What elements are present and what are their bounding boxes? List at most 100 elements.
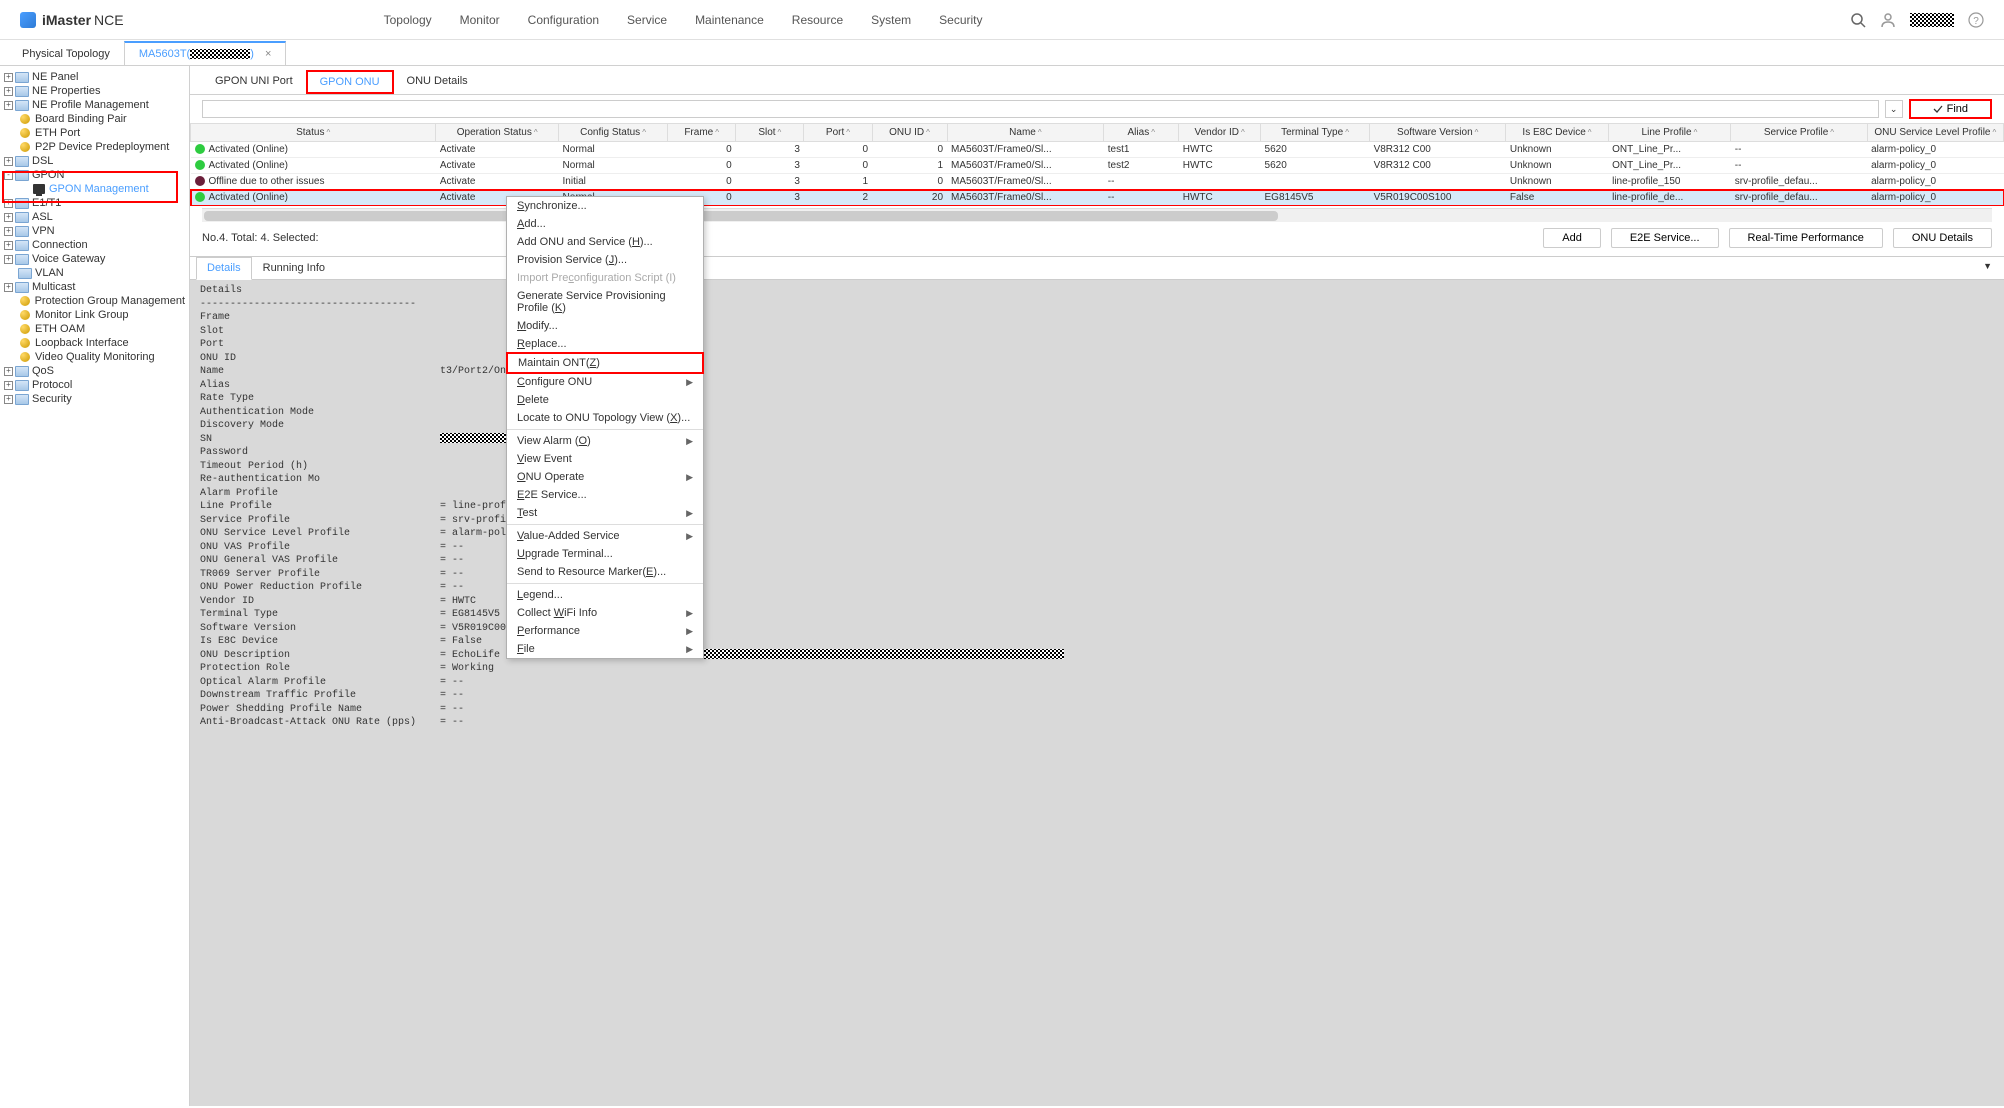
- tree-item-eth-oam[interactable]: ETH OAM: [0, 322, 189, 336]
- tree-toggle-icon[interactable]: -: [4, 171, 13, 180]
- sub-tab-onu-details[interactable]: ONU Details: [394, 70, 481, 94]
- table-row[interactable]: Offline due to other issuesActivateIniti…: [191, 174, 2004, 190]
- menu-item-legend-[interactable]: Legend...: [507, 586, 703, 604]
- tree-toggle-icon[interactable]: +: [4, 227, 13, 236]
- tree-toggle-icon[interactable]: +: [4, 213, 13, 222]
- table-row[interactable]: Activated (Online)ActivateNormal0300MA56…: [191, 142, 2004, 158]
- tree-item-board-binding-pair[interactable]: Board Binding Pair: [0, 112, 189, 126]
- nav-maintenance[interactable]: Maintenance: [695, 13, 764, 27]
- tree-toggle-icon[interactable]: +: [4, 283, 13, 292]
- onu-details-button[interactable]: ONU Details: [1893, 228, 1992, 248]
- col-header[interactable]: Port^: [804, 124, 872, 142]
- menu-item-delete[interactable]: Delete: [507, 391, 703, 409]
- tree-item-asl[interactable]: +ASL: [0, 210, 189, 224]
- menu-item-file[interactable]: File▶: [507, 640, 703, 658]
- col-header[interactable]: ONU ID^: [872, 124, 947, 142]
- col-header[interactable]: Service Profile^: [1731, 124, 1867, 142]
- col-header[interactable]: Config Status^: [559, 124, 668, 142]
- tree-item-multicast[interactable]: +Multicast: [0, 280, 189, 294]
- tree-item-loopback-interface[interactable]: Loopback Interface: [0, 336, 189, 350]
- col-header[interactable]: ONU Service Level Profile^: [1867, 124, 2003, 142]
- menu-item-configure-onu[interactable]: Configure ONU▶: [507, 373, 703, 391]
- close-icon[interactable]: ×: [265, 48, 271, 60]
- menu-item-value-added-service[interactable]: Value-Added Service▶: [507, 527, 703, 545]
- tree-item-e1-t1[interactable]: +E1/T1: [0, 196, 189, 210]
- tree-item-dsl[interactable]: +DSL: [0, 154, 189, 168]
- tree-item-protocol[interactable]: +Protocol: [0, 378, 189, 392]
- tree-toggle-icon[interactable]: +: [4, 101, 13, 110]
- tree-item-ne-panel[interactable]: +NE Panel: [0, 70, 189, 84]
- table-row[interactable]: Activated (Online)ActivateNormal03220MA5…: [191, 190, 2004, 206]
- search-icon[interactable]: [1850, 12, 1866, 28]
- tree-toggle-icon[interactable]: +: [4, 367, 13, 376]
- menu-item-e2e-service-[interactable]: E2E Service...: [507, 486, 703, 504]
- col-header[interactable]: Slot^: [736, 124, 804, 142]
- tree-item-security[interactable]: +Security: [0, 392, 189, 406]
- tree-item-qos[interactable]: +QoS: [0, 364, 189, 378]
- menu-item-generate-service-provisioning-profile-k-[interactable]: Generate Service Provisioning Profile (K…: [507, 287, 703, 317]
- collapse-icon[interactable]: ▼: [1977, 257, 1998, 279]
- user-icon[interactable]: [1880, 12, 1896, 28]
- tree-toggle-icon[interactable]: +: [4, 199, 13, 208]
- tree-item-vlan[interactable]: VLAN: [0, 266, 189, 280]
- menu-item-view-event[interactable]: View Event: [507, 450, 703, 468]
- nav-topology[interactable]: Topology: [384, 13, 432, 27]
- tree-toggle-icon[interactable]: +: [4, 255, 13, 264]
- nav-monitor[interactable]: Monitor: [460, 13, 500, 27]
- menu-item-onu-operate[interactable]: ONU Operate▶: [507, 468, 703, 486]
- col-header[interactable]: Is E8C Device^: [1506, 124, 1608, 142]
- tree-item-p2p-device-predeployment[interactable]: P2P Device Predeployment: [0, 140, 189, 154]
- real-time-performance-button[interactable]: Real-Time Performance: [1729, 228, 1883, 248]
- tree-item-voice-gateway[interactable]: +Voice Gateway: [0, 252, 189, 266]
- help-icon[interactable]: ?: [1968, 12, 1984, 28]
- nav-system[interactable]: System: [871, 13, 911, 27]
- find-button[interactable]: Find: [1909, 99, 1992, 119]
- table-row[interactable]: Activated (Online)ActivateNormal0301MA56…: [191, 158, 2004, 174]
- col-header[interactable]: Terminal Type^: [1261, 124, 1370, 142]
- expand-search-icon[interactable]: ⌄: [1885, 100, 1903, 118]
- col-header[interactable]: Alias^: [1104, 124, 1179, 142]
- e2e-service--button[interactable]: E2E Service...: [1611, 228, 1719, 248]
- menu-item-modify-[interactable]: Modify...: [507, 317, 703, 335]
- menu-item-maintain-ont-z-[interactable]: Maintain ONT(Z): [506, 352, 704, 374]
- search-input[interactable]: [202, 100, 1879, 118]
- menu-item-send-to-resource-marker-e-[interactable]: Send to Resource Marker(E)...: [507, 563, 703, 581]
- tree-item-eth-port[interactable]: ETH Port: [0, 126, 189, 140]
- col-header[interactable]: Frame^: [668, 124, 736, 142]
- tree-item-gpon-management[interactable]: GPON Management: [0, 182, 189, 196]
- tree-item-ne-properties[interactable]: +NE Properties: [0, 84, 189, 98]
- tree-item-monitor-link-group[interactable]: Monitor Link Group: [0, 308, 189, 322]
- col-header[interactable]: Operation Status^: [436, 124, 559, 142]
- tree-toggle-icon[interactable]: +: [4, 241, 13, 250]
- tree-item-protection-group-management[interactable]: Protection Group Management: [0, 294, 189, 308]
- tree-toggle-icon[interactable]: +: [4, 73, 13, 82]
- menu-item-add-onu-and-service-h-[interactable]: Add ONU and Service (H)...: [507, 233, 703, 251]
- detail-tab-details[interactable]: Details: [196, 257, 252, 280]
- menu-item-provision-service-j-[interactable]: Provision Service (J)...: [507, 251, 703, 269]
- tree-toggle-icon[interactable]: +: [4, 157, 13, 166]
- nav-security[interactable]: Security: [939, 13, 982, 27]
- tree-item-vpn[interactable]: +VPN: [0, 224, 189, 238]
- add-button[interactable]: Add: [1543, 228, 1601, 248]
- menu-item-locate-to-onu-topology-view-x-[interactable]: Locate to ONU Topology View (X)...: [507, 409, 703, 427]
- tree-item-ne-profile-management[interactable]: +NE Profile Management: [0, 98, 189, 112]
- tree-item-video-quality-monitoring[interactable]: Video Quality Monitoring: [0, 350, 189, 364]
- detail-tab-running-info[interactable]: Running Info: [252, 257, 336, 279]
- nav-configuration[interactable]: Configuration: [528, 13, 599, 27]
- sub-tab-gpon-uni-port[interactable]: GPON UNI Port: [202, 70, 306, 94]
- menu-item-test[interactable]: Test▶: [507, 504, 703, 522]
- col-header[interactable]: Software Version^: [1370, 124, 1506, 142]
- tab-physical-topology[interactable]: Physical Topology: [8, 43, 124, 65]
- tree-toggle-icon[interactable]: +: [4, 381, 13, 390]
- menu-item-add-[interactable]: Add...: [507, 215, 703, 233]
- menu-item-collect-wifi-info[interactable]: Collect WiFi Info▶: [507, 604, 703, 622]
- tab-device-active[interactable]: MA5603T() ×: [124, 41, 287, 65]
- nav-resource[interactable]: Resource: [792, 13, 843, 27]
- menu-item-view-alarm-o-[interactable]: View Alarm (O)▶: [507, 432, 703, 450]
- horizontal-scrollbar[interactable]: [202, 208, 1992, 222]
- menu-item-synchronize-[interactable]: Synchronize...: [507, 197, 703, 215]
- sub-tab-gpon-onu[interactable]: GPON ONU: [306, 70, 394, 94]
- menu-item-upgrade-terminal-[interactable]: Upgrade Terminal...: [507, 545, 703, 563]
- col-header[interactable]: Name^: [947, 124, 1104, 142]
- col-header[interactable]: Status^: [191, 124, 436, 142]
